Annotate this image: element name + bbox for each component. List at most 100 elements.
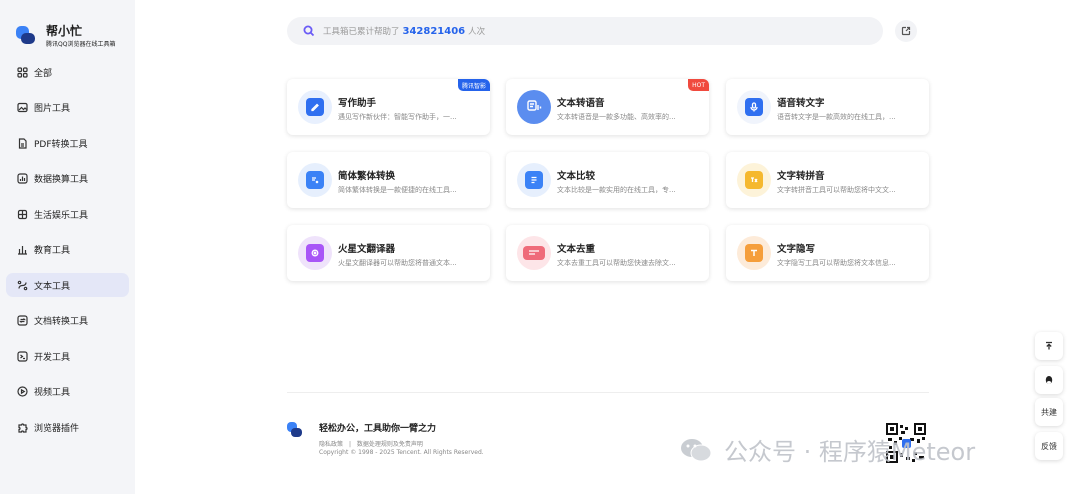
image-icon bbox=[16, 102, 28, 114]
sidebar-item-label: 数据换算工具 bbox=[34, 175, 89, 185]
sidebar-item-image[interactable]: 图片工具 bbox=[6, 96, 129, 120]
share-icon bbox=[901, 26, 911, 36]
sidebar-item-document-convert[interactable]: 文档转换工具 bbox=[6, 309, 129, 333]
sidebar-item-life[interactable]: 生活娱乐工具 bbox=[6, 202, 129, 226]
tool-card-text-to-pinyin[interactable]: 文字转拼音 文字转拼音工具可以帮助您将中文文... bbox=[726, 152, 929, 208]
sidebar-item-label: 教育工具 bbox=[34, 246, 71, 256]
search-placeholder-prefix: 工具箱已累计帮助了 bbox=[323, 27, 400, 37]
tool-desc: 简体繁体转换是一款便捷的在线工具... bbox=[338, 186, 457, 194]
text-to-speech-icon bbox=[517, 90, 551, 124]
search-icon bbox=[303, 25, 315, 37]
brand-subtitle: 腾讯QQ浏览器在线工具箱 bbox=[46, 41, 116, 48]
sidebar-item-label: 文档转换工具 bbox=[34, 317, 89, 327]
tool-card-text-dedupe[interactable]: 文本去重 文本去重工具可以帮助您快速去除文... bbox=[506, 225, 709, 281]
tool-title: 火星文翻译器 bbox=[338, 244, 396, 255]
sidebar-item-all[interactable]: 全部 bbox=[6, 60, 129, 84]
brand-logo[interactable]: 帮小忙 腾讯QQ浏览器在线工具箱 bbox=[0, 24, 135, 48]
sidebar-item-video[interactable]: 视频工具 bbox=[6, 380, 129, 404]
usage-count: 342821406 bbox=[402, 25, 466, 37]
speech-to-text-icon bbox=[737, 90, 771, 124]
text-dedupe-icon bbox=[517, 236, 551, 270]
watermark: 公众号 · 程序猿Meteor bbox=[680, 432, 975, 467]
copyright: Copyright © 1998 - 2025 Tencent. All Rig… bbox=[319, 449, 484, 456]
sidebar-item-label: 视频工具 bbox=[34, 388, 71, 398]
tool-badge: 腾讯智影 bbox=[457, 79, 490, 91]
sidebar: 帮小忙 腾讯QQ浏览器在线工具箱 全部 图片工具 PDF转换工具 数据换算工具 … bbox=[0, 0, 135, 494]
grid-icon bbox=[16, 66, 28, 78]
search-placeholder-suffix: 人次 bbox=[468, 27, 486, 37]
pdf-icon bbox=[16, 137, 28, 149]
tool-title: 文字隐写 bbox=[777, 244, 816, 255]
tool-title: 文本去重 bbox=[557, 244, 596, 255]
tool-desc: 文本转语音是一款多功能、高效率的... bbox=[557, 113, 676, 121]
share-button[interactable] bbox=[895, 20, 917, 42]
tool-desc: 文本去重工具可以帮助您快速去除文... bbox=[557, 259, 676, 267]
back-to-top-icon bbox=[1044, 341, 1054, 351]
tool-card-writing-assistant[interactable]: 写作助手 遇见写作新伙伴：智能写作助手，一... 腾讯智影 bbox=[287, 79, 490, 135]
tool-desc: 文本比较是一款实用的在线工具，专... bbox=[557, 186, 676, 194]
document-convert-icon bbox=[16, 315, 28, 327]
text-compare-icon bbox=[517, 163, 551, 197]
martian-translator-icon bbox=[298, 236, 332, 270]
text-to-pinyin-icon bbox=[737, 163, 771, 197]
video-icon bbox=[16, 386, 28, 398]
tool-card-text-to-speech[interactable]: 文本转语音 文本转语音是一款多功能、高效率的... HOT bbox=[506, 79, 709, 135]
wechat-icon bbox=[680, 437, 712, 463]
tool-card-martian-translator[interactable]: 火星文翻译器 火星文翻译器可以帮助您将普通文本... bbox=[287, 225, 490, 281]
simplified-traditional-icon bbox=[298, 163, 332, 197]
tool-badge: HOT bbox=[688, 79, 709, 91]
chart-icon bbox=[16, 173, 28, 185]
plugin-icon bbox=[16, 421, 28, 433]
tool-card-speech-to-text[interactable]: 语音转文字 语音转文字是一款高效的在线工具，... bbox=[726, 79, 929, 135]
text-icon bbox=[16, 279, 28, 291]
footer-links: 隐私政策 | 数据处理规则及免责声明 bbox=[319, 439, 427, 448]
text-steganography-icon bbox=[737, 236, 771, 270]
tool-desc: 火星文翻译器可以帮助您将普通文本... bbox=[338, 259, 457, 267]
sidebar-item-text[interactable]: 文本工具 bbox=[6, 273, 129, 297]
tool-title: 语音转文字 bbox=[777, 98, 825, 109]
education-icon bbox=[16, 244, 28, 256]
footer-slogan: 轻松办公，工具助你一臂之力 bbox=[319, 424, 437, 434]
tool-desc: 文字隐写工具可以帮助您将文本信息... bbox=[777, 259, 896, 267]
tool-title: 文字转拼音 bbox=[777, 171, 825, 182]
brand-icon bbox=[16, 26, 36, 46]
search-bar[interactable]: 工具箱已累计帮助了 342821406 人次 bbox=[287, 17, 883, 45]
sidebar-item-plugin[interactable]: 浏览器插件 bbox=[6, 415, 129, 439]
tool-card-text-steganography[interactable]: 文字隐写 文字隐写工具可以帮助您将文本信息... bbox=[726, 225, 929, 281]
sidebar-item-label: 图片工具 bbox=[34, 104, 71, 114]
sidebar-item-data-conversion[interactable]: 数据换算工具 bbox=[6, 167, 129, 191]
back-to-top-button[interactable] bbox=[1035, 332, 1063, 360]
qq-button[interactable] bbox=[1035, 366, 1063, 394]
tool-title: 写作助手 bbox=[338, 98, 377, 109]
qq-penguin-icon bbox=[1044, 375, 1054, 386]
sidebar-item-education[interactable]: 教育工具 bbox=[6, 238, 129, 262]
footer-logo-icon bbox=[287, 422, 303, 438]
sidebar-item-label: 浏览器插件 bbox=[34, 423, 80, 434]
sidebar-item-label: 文本工具 bbox=[34, 281, 71, 292]
brand-title: 帮小忙 bbox=[46, 24, 83, 38]
life-icon bbox=[16, 208, 28, 220]
sidebar-item-pdf[interactable]: PDF转换工具 bbox=[6, 131, 129, 155]
feedback-button[interactable]: 反馈 bbox=[1035, 432, 1063, 460]
watermark-text: 公众号 · 程序猿Meteor bbox=[724, 438, 976, 466]
sidebar-item-label: PDF转换工具 bbox=[34, 139, 88, 150]
link-separator: | bbox=[348, 441, 351, 448]
data-rules-link[interactable]: 数据处理规则及免责声明 bbox=[357, 441, 423, 448]
sidebar-item-dev[interactable]: 开发工具 bbox=[6, 344, 129, 368]
sidebar-item-label: 生活娱乐工具 bbox=[34, 210, 89, 221]
sidebar-item-label: 开发工具 bbox=[34, 352, 71, 363]
tool-desc: 文字转拼音工具可以帮助您将中文文... bbox=[777, 186, 896, 194]
sidebar-item-label: 全部 bbox=[34, 68, 53, 79]
tool-title: 文本转语音 bbox=[557, 98, 605, 109]
footer-divider bbox=[287, 392, 929, 393]
tool-card-simplified-traditional[interactable]: 简体繁体转换 简体繁体转换是一款便捷的在线工具... bbox=[287, 152, 490, 208]
tool-desc: 遇见写作新伙伴：智能写作助手，一... bbox=[338, 113, 457, 121]
code-icon bbox=[16, 350, 28, 362]
co-build-button[interactable]: 共建 bbox=[1035, 398, 1063, 426]
tool-title: 简体繁体转换 bbox=[338, 171, 396, 182]
tool-title: 文本比较 bbox=[557, 171, 596, 182]
tool-card-text-compare[interactable]: 文本比较 文本比较是一款实用的在线工具，专... bbox=[506, 152, 709, 208]
tool-desc: 语音转文字是一款高效的在线工具，... bbox=[777, 113, 896, 121]
writing-assistant-icon bbox=[298, 90, 332, 124]
privacy-policy-link[interactable]: 隐私政策 bbox=[319, 441, 343, 448]
